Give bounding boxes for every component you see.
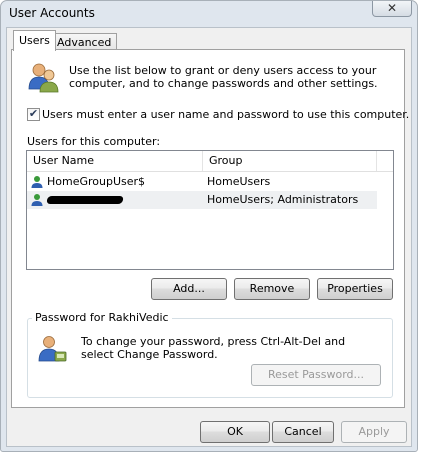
- properties-button[interactable]: Properties: [317, 278, 393, 300]
- list-item[interactable]: HomeGroupUser$ HomeUsers: [27, 173, 377, 191]
- apply-button[interactable]: Apply: [341, 421, 407, 443]
- password-group-label: Password for RakhiVedic: [32, 311, 172, 324]
- users-list-label: Users for this computer:: [27, 135, 161, 148]
- remove-button[interactable]: Remove: [234, 278, 310, 300]
- window-title: User Accounts: [9, 6, 95, 20]
- checkmark-icon: ✔: [28, 107, 39, 120]
- group-cell: HomeUsers; Administrators: [207, 193, 359, 206]
- user-password-icon: [38, 336, 67, 362]
- list-item[interactable]: HomeUsers; Administrators: [27, 191, 377, 209]
- column-header-group[interactable]: Group: [203, 151, 377, 171]
- cancel-button[interactable]: Cancel: [272, 421, 334, 443]
- user-name-cell: HomeGroupUser$: [47, 175, 146, 188]
- password-instructions: To change your password, press Ctrl-Alt-…: [81, 335, 346, 361]
- require-login-checkbox[interactable]: ✔: [27, 107, 40, 121]
- tab-users[interactable]: Users: [13, 30, 56, 51]
- close-icon: ✕: [386, 1, 398, 15]
- column-header-user-name[interactable]: User Name: [27, 151, 203, 171]
- list-header: User Name Group: [27, 151, 393, 172]
- user-icon: [31, 194, 43, 206]
- group-cell: HomeUsers: [207, 175, 271, 188]
- redacted-user-name: [46, 196, 124, 204]
- intro-text: Use the list below to grant or deny user…: [69, 64, 378, 90]
- user-icon: [31, 176, 43, 188]
- close-button[interactable]: ✕: [372, 1, 412, 17]
- require-login-label[interactable]: Users must enter a user name and passwor…: [42, 108, 409, 121]
- reset-password-button[interactable]: Reset Password...: [251, 364, 381, 386]
- ok-button[interactable]: OK: [200, 421, 270, 443]
- add-button[interactable]: Add...: [151, 278, 227, 300]
- users-group-icon: [28, 63, 59, 93]
- users-list[interactable]: User Name Group HomeGroupUser$ HomeUsers…: [26, 150, 394, 270]
